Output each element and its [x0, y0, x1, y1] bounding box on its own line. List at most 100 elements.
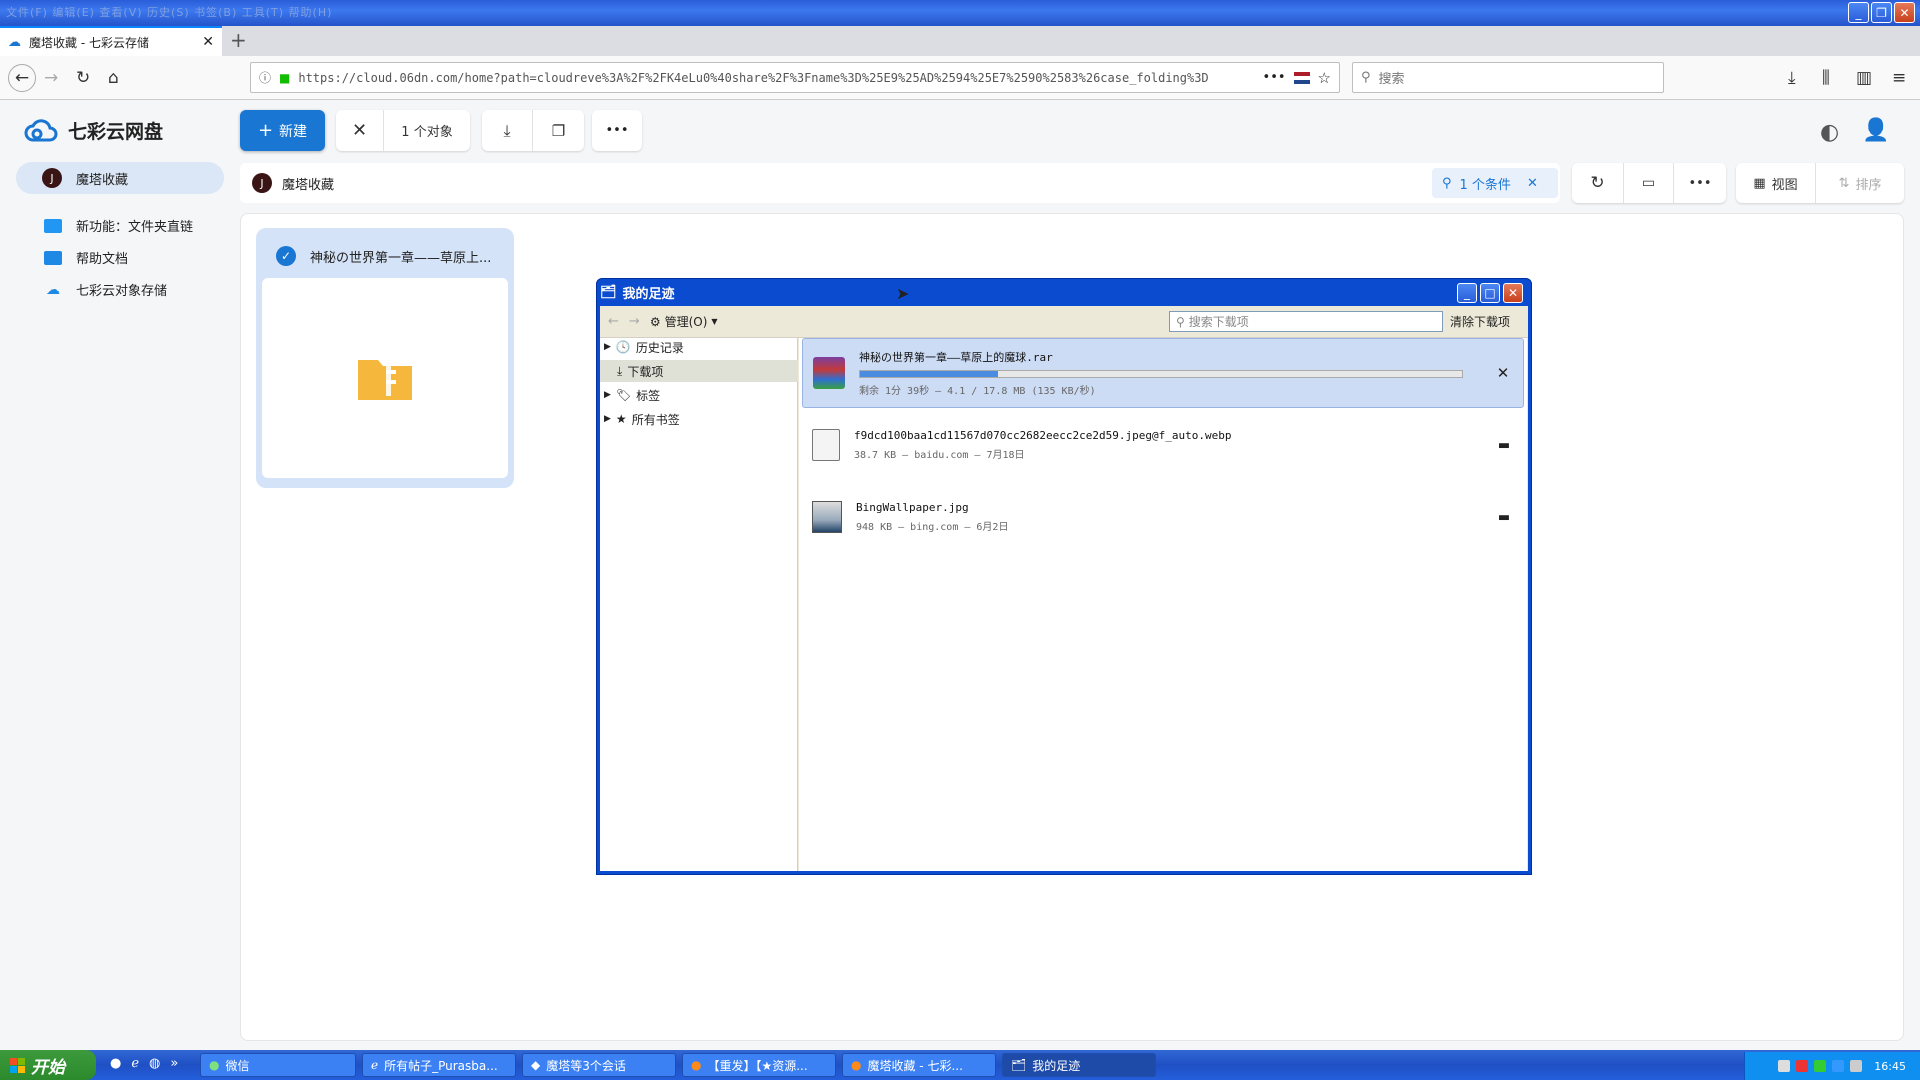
sidebar-toggle-icon[interactable]: ▥	[1856, 68, 1872, 88]
task-forum[interactable]: ● 【重发】【★资源...	[682, 1053, 836, 1077]
gear-icon: ⚙	[649, 314, 661, 329]
app-logo[interactable]: 七彩云网盘	[24, 116, 163, 144]
tray-app-icon[interactable]	[1796, 1060, 1809, 1072]
task-label: 魔塔等3个会话	[546, 1058, 626, 1073]
more-options-button[interactable]: •••	[1674, 163, 1726, 203]
chat-icon: ◆	[531, 1058, 541, 1072]
close-filter-icon[interactable]: ✕	[1527, 176, 1538, 191]
dialog-minimize-button[interactable]: _	[1457, 283, 1477, 303]
forward-button[interactable]: →	[44, 68, 58, 88]
download-search-input[interactable]: ⚲ 搜索下载项	[1169, 311, 1443, 332]
download-item[interactable]: f9dcd100baa1cd11567d070cc2682eecc2ce2d59…	[802, 410, 1524, 480]
dialog-titlebar[interactable]: 🗂 我的足迹	[600, 281, 1528, 303]
task-wechat[interactable]: ● 微信	[200, 1053, 356, 1077]
sort-button[interactable]: ⇅ 排序	[1816, 163, 1904, 203]
sidebar-item-folder-link[interactable]: 新功能：文件夹直链	[44, 216, 193, 235]
new-tab-button[interactable]: +	[230, 28, 247, 52]
star-icon: ★	[615, 412, 627, 426]
clear-selection-button[interactable]: ✕	[336, 110, 384, 151]
download-button[interactable]: ⤓	[482, 110, 533, 151]
theme-toggle-icon[interactable]: ◐	[1820, 120, 1839, 145]
ie-icon[interactable]: ℯ	[131, 1056, 139, 1071]
flag-icon[interactable]	[1293, 71, 1310, 84]
manage-button[interactable]: ⚙ 管理(O) ▼	[650, 313, 718, 330]
sidebar-item-help[interactable]: 帮助文档	[44, 248, 128, 267]
browser-icon[interactable]: ◍	[149, 1056, 160, 1071]
reload-button[interactable]: ↻	[76, 68, 90, 88]
maximize-button[interactable]: ❐	[1871, 2, 1892, 23]
home-button[interactable]: ⌂	[108, 68, 119, 88]
file-card[interactable]: ✓ 神秘の世界第一章——草原上...	[256, 228, 514, 488]
bookmark-star-icon[interactable]: ☆	[1318, 69, 1331, 87]
file-action-toolbar: ⤓ ❐	[482, 110, 584, 151]
tree-item-history[interactable]: ▶ 🕓 历史记录	[604, 336, 684, 358]
minimize-button[interactable]: _	[1848, 2, 1869, 23]
view-toolbar: ↻ ▭ •••	[1572, 163, 1726, 203]
clear-downloads-button[interactable]: 清除下载项	[1450, 313, 1510, 330]
tag-icon: 🏷	[615, 388, 632, 402]
select-box-button[interactable]: ▭	[1624, 163, 1674, 203]
tree-item-bookmarks[interactable]: ▶ ★ 所有书签	[604, 408, 680, 430]
open-folder-icon[interactable]: ▬	[1484, 438, 1524, 453]
breadcrumb-label[interactable]: 魔塔收藏	[282, 174, 334, 193]
filter-chip[interactable]: ⚲ 1 个条件 ✕	[1432, 168, 1558, 198]
expand-icon[interactable]: ▶	[604, 390, 611, 400]
download-name: BingWallpaper.jpg	[856, 501, 969, 514]
sidebar-item-active[interactable]: J 魔塔收藏	[16, 162, 224, 194]
download-icon: ⤓	[617, 363, 623, 378]
start-button[interactable]: 开始	[0, 1050, 96, 1080]
page-actions-icon[interactable]: •••	[1263, 70, 1286, 85]
info-icon[interactable]: ⓘ	[259, 69, 271, 86]
hamburger-menu-icon[interactable]: ≡	[1892, 68, 1906, 88]
download-item[interactable]: 神秘の世界第一章——草原上的魔球.rar 剩余 1分 39秒 — 4.1 / 1…	[802, 338, 1524, 408]
refresh-button[interactable]: ↻	[1572, 163, 1624, 203]
quick-launch-icon[interactable]: ●	[110, 1056, 121, 1071]
sidebar-item-object-storage[interactable]: ☁ 七彩云对象存储	[44, 280, 167, 300]
menu-bar[interactable]: 文件(F) 编辑(E) 查看(V) 历史(S) 书签(B) 工具(T) 帮助(H…	[6, 4, 332, 20]
forward-arrow-icon[interactable]: →	[629, 314, 640, 329]
volume-icon[interactable]	[1850, 1060, 1863, 1072]
url-bar[interactable]: ⓘ ■ https://cloud.06dn.com/home?path=clo…	[250, 62, 1340, 93]
more-actions-button[interactable]: •••	[592, 110, 642, 151]
browser-tab[interactable]: ☁ 魔塔收藏 - 七彩云存储 ✕	[0, 26, 222, 56]
library-icon: 🗂	[600, 284, 617, 300]
wechat-tray-icon[interactable]	[1814, 1060, 1827, 1072]
close-button[interactable]: ✕	[1894, 2, 1915, 23]
tree-item-downloads[interactable]: ⤓ 下载项	[617, 360, 663, 382]
copy-button[interactable]: ❐	[533, 110, 584, 151]
back-button[interactable]: ←	[8, 64, 36, 92]
search-icon: ⚲	[1176, 314, 1185, 329]
new-button[interactable]: + 新建	[240, 110, 325, 151]
network-icon[interactable]	[1832, 1060, 1845, 1072]
download-item[interactable]: BingWallpaper.jpg 948 KB — bing.com — 6月…	[802, 482, 1524, 552]
back-arrow-icon[interactable]: ←	[608, 314, 619, 329]
task-posts[interactable]: ℯ 所有帖子_Purasba...	[362, 1053, 516, 1077]
chevron-right-icon[interactable]: »	[170, 1056, 178, 1071]
expand-icon[interactable]: ▶	[604, 342, 611, 352]
view-button[interactable]: ▦ 视图	[1736, 163, 1816, 203]
dialog-title: 我的足迹	[622, 286, 675, 302]
new-label: 新建	[279, 123, 308, 140]
open-folder-icon[interactable]: ▬	[1484, 510, 1524, 525]
checked-icon[interactable]: ✓	[276, 246, 296, 266]
dialog-maximize-button[interactable]: □	[1480, 283, 1500, 303]
keyboard-icon[interactable]	[1778, 1060, 1791, 1072]
search-bar[interactable]: ⚲ 搜索	[1352, 62, 1664, 93]
dialog-close-button[interactable]: ✕	[1503, 283, 1523, 303]
tree-item-tags[interactable]: ▶ 🏷 标签	[604, 384, 660, 406]
jpg-file-icon	[812, 501, 842, 533]
windows-logo-icon	[10, 1057, 25, 1073]
downloads-icon[interactable]: ⤓	[1788, 68, 1796, 88]
task-cloud[interactable]: ● 魔塔收藏 - 七彩...	[842, 1053, 996, 1077]
app-name: 七彩云网盘	[68, 120, 164, 143]
tab-title: 魔塔收藏 - 七彩云存储	[29, 35, 149, 50]
library-icon[interactable]: ⫼	[1822, 68, 1830, 88]
expand-icon[interactable]: ▶	[604, 414, 611, 424]
task-downloads[interactable]: 🗂 我的足迹	[1002, 1053, 1156, 1077]
url-text[interactable]: https://cloud.06dn.com/home?path=cloudre…	[298, 71, 1254, 85]
task-chat[interactable]: ◆ 魔塔等3个会话	[522, 1053, 676, 1077]
cancel-download-button[interactable]: ✕	[1483, 364, 1523, 382]
close-tab-icon[interactable]: ✕	[202, 34, 214, 50]
user-avatar-icon[interactable]: 👤	[1862, 118, 1889, 143]
task-label: 所有帖子_Purasba...	[384, 1058, 498, 1073]
